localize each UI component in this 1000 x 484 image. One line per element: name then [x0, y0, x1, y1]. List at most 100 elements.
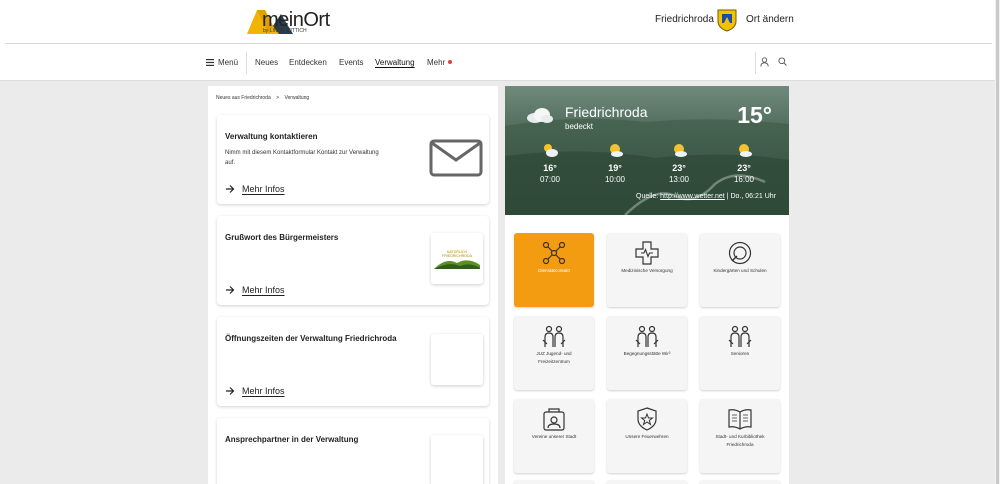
logo-subtitle: by LINUS WITTICH — [263, 28, 307, 34]
breadcrumb-item-home[interactable]: Neues aus Friedrichroda — [216, 95, 271, 101]
tile-bibliothek[interactable]: Stadt- und Kurbibliothek Friedrichroda — [700, 399, 780, 473]
arrow-right-icon — [226, 286, 235, 294]
card-thumbnail: NATÜRLICH FRIEDRICHRODA — [431, 233, 483, 284]
tile-label: Unsere Feuerwehren — [625, 434, 669, 439]
forecast-time: 16:00 — [733, 175, 755, 184]
card-greeting[interactable]: Grußwort des Bürgermeisters Mehr Infos N… — [217, 216, 489, 305]
tile-medical[interactable]: Medizinische Versorgung — [607, 233, 687, 307]
tile-label: Begegnungsstätte Wir² — [623, 351, 671, 356]
forecast-hour: 23° 13:00 — [659, 142, 699, 184]
weather-condition: bedeckt — [565, 122, 594, 131]
nav-item-verwaltung[interactable]: Verwaltung — [375, 58, 415, 67]
notification-dot — [448, 60, 452, 64]
network-icon — [542, 241, 566, 265]
breadcrumb-item-current[interactable]: Verwaltung — [284, 95, 309, 101]
search-icon[interactable] — [778, 57, 787, 66]
clubs-icon — [543, 408, 565, 431]
more-info-link[interactable]: Mehr Infos — [225, 386, 285, 396]
people-hands-icon — [542, 325, 566, 347]
forecast-temp: 23° — [737, 163, 751, 173]
card-title: Ansprechpartner in der Verwaltung — [225, 435, 359, 444]
nav-separator — [246, 52, 247, 74]
forecast-hour: 23° 16:00 — [724, 142, 764, 184]
page-scrollbar[interactable] — [995, 0, 1000, 484]
forecast-time: 13:00 — [668, 175, 690, 184]
partly-sunny-icon — [610, 144, 623, 157]
forecast-temp: 23° — [672, 163, 686, 173]
forecast-time: 07:00 — [539, 175, 561, 184]
forecast-temp: 16° — [543, 163, 557, 173]
tile-label: Senioren — [730, 351, 750, 356]
tile-label: JUZ Jugend- und Freizeitzentrum — [536, 351, 572, 364]
tile-label: Vereine unserer Stadt — [531, 434, 577, 439]
tile-partial[interactable] — [514, 480, 594, 484]
change-location-link[interactable]: Ort ändern — [746, 14, 794, 25]
tile-label: Medizinische Versorgung — [621, 268, 673, 273]
nav-item-entdecken[interactable]: Entdecken — [289, 58, 327, 67]
card-title: Grußwort des Bürgermeisters — [225, 233, 339, 242]
tile-vereine[interactable]: Vereine unserer Stadt — [514, 399, 594, 473]
card-title: Verwaltung kontaktieren — [225, 132, 318, 141]
fire-badge-icon — [637, 407, 657, 431]
tile-dienst-kontakt[interactable]: Dienst&Kontakt — [514, 233, 594, 307]
medical-cross-icon — [635, 241, 659, 265]
weather-town: Friedrichroda — [565, 104, 648, 120]
tile-kindergarten[interactable]: Kindergärten und Schulen — [700, 233, 780, 307]
envelope-icon — [429, 139, 483, 177]
tile-feuerwehren[interactable]: Unsere Feuerwehren — [607, 399, 687, 473]
tile-partial[interactable] — [607, 480, 687, 484]
partly-sunny-icon — [674, 144, 687, 157]
nav-item-events[interactable]: Events — [339, 58, 363, 67]
card-thumbnail — [431, 334, 483, 385]
forecast-hour: 16° 07:00 — [530, 142, 570, 184]
cloud-icon — [527, 108, 553, 123]
people-hands-icon — [635, 325, 659, 347]
weather-source-label: Quelle: — [636, 193, 659, 200]
card-opening-hours[interactable]: Öffnungszeiten der Verwaltung Friedrichr… — [217, 317, 489, 406]
current-town[interactable]: Friedrichroda — [655, 14, 714, 25]
more-info-link[interactable]: Mehr Infos — [225, 184, 285, 194]
partly-cloudy-icon — [544, 144, 558, 157]
more-info-link[interactable]: Mehr Infos — [225, 285, 285, 295]
weather-source: Quelle: http://www.wetter.net | Do., 06:… — [636, 193, 776, 200]
tile-label: Dienst&Kontakt — [538, 268, 570, 273]
book-icon — [728, 409, 752, 430]
forecast-hour: 19° 10:00 — [595, 142, 635, 184]
more-info-label: Mehr Infos — [242, 386, 285, 396]
card-contacts[interactable]: Ansprechpartner in der Verwaltung — [217, 418, 489, 484]
card-text: Nimm mit diesem Kontaktformular Kontakt … — [225, 150, 379, 166]
weather-source-link[interactable]: http://www.wetter.net — [660, 193, 725, 200]
partly-sunny-icon — [739, 144, 752, 157]
nav-menu[interactable]: Menü — [218, 58, 238, 67]
card-thumbnail — [431, 435, 483, 484]
tile-senioren[interactable]: Senioren — [700, 316, 780, 390]
top-header: meinOrt by LINUS WITTICH Friedrichroda O… — [0, 0, 995, 44]
scrollbar-thumb[interactable] — [996, 0, 999, 484]
breadcrumb-separator: > — [276, 95, 280, 101]
tile-label: Stadt- und Kurbibliothek Friedrichroda — [715, 434, 765, 447]
user-icon[interactable] — [760, 57, 769, 67]
arrow-right-icon — [226, 185, 235, 193]
main-nav: Menü Neues Entdecken Events Verwaltung M… — [0, 44, 995, 81]
weather-current-temp: 15° — [737, 102, 772, 128]
weather-widget: Friedrichroda bedeckt 15° 16° 07:00 19° … — [505, 86, 789, 215]
more-info-label: Mehr Infos — [242, 285, 285, 295]
nav-item-mehr[interactable]: Mehr — [427, 58, 445, 67]
tile-begegnungsstaette[interactable]: Begegnungsstätte Wir² — [607, 316, 687, 390]
breadcrumb: Neues aus Friedrichroda > Verwaltung — [216, 95, 313, 101]
pacifier-icon — [728, 241, 752, 265]
nav-item-neues[interactable]: Neues — [255, 58, 278, 67]
tile-label: Kindergärten und Schulen — [713, 268, 767, 273]
people-hands-icon — [728, 325, 752, 347]
tile-partial[interactable] — [700, 480, 780, 484]
forecast-time: 10:00 — [604, 175, 626, 184]
card-title: Öffnungszeiten der Verwaltung Friedrichr… — [225, 334, 397, 343]
town-crest-icon — [717, 9, 737, 32]
tile-juz[interactable]: JUZ Jugend- und Freizeitzentrum — [514, 316, 594, 390]
card-contact[interactable]: Verwaltung kontaktieren Nimm mit diesem … — [217, 115, 489, 204]
forecast-temp: 19° — [608, 163, 622, 173]
hamburger-menu-icon[interactable] — [206, 59, 214, 66]
arrow-right-icon — [226, 387, 235, 395]
weather-updated: Do., 06:21 Uhr — [730, 193, 776, 200]
more-info-label: Mehr Infos — [242, 184, 285, 194]
